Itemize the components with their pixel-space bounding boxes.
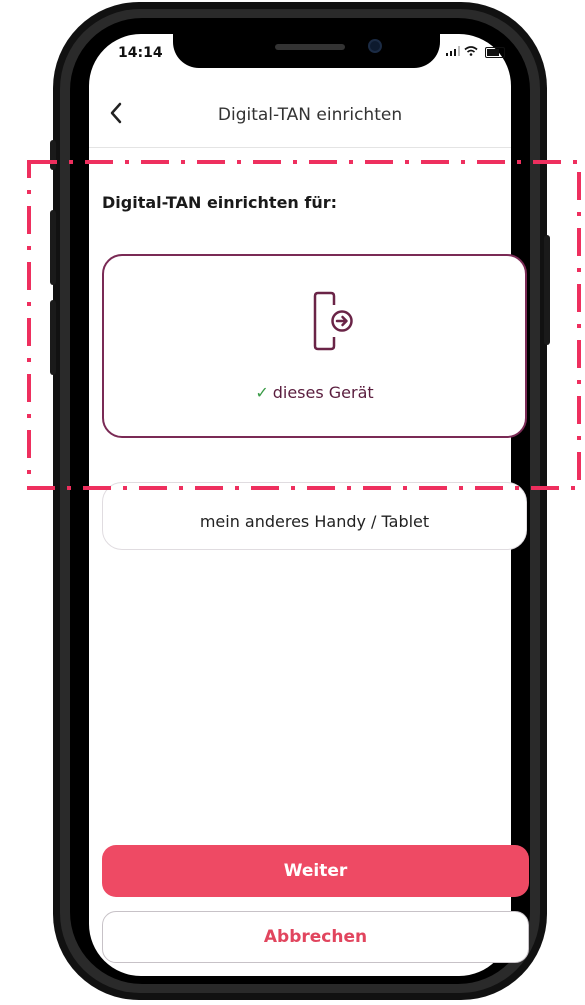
page-title: Digital-TAN einrichten [217,105,403,125]
chevron-left-icon [110,102,122,124]
nav-divider [89,147,511,148]
signal-icon [446,45,464,59]
status-icons [446,45,505,59]
back-button[interactable] [104,98,128,128]
option-other-device-label: mein anderes Handy / Tablet [199,512,430,531]
cancel-button[interactable]: Abbrechen [102,911,529,963]
battery-icon [484,47,505,58]
wifi-icon [464,45,482,59]
status-time: 14:14 [118,45,163,61]
camera [368,39,382,53]
continue-button[interactable]: Weiter [102,845,529,897]
speaker [275,44,345,50]
highlight-frame [27,160,581,490]
